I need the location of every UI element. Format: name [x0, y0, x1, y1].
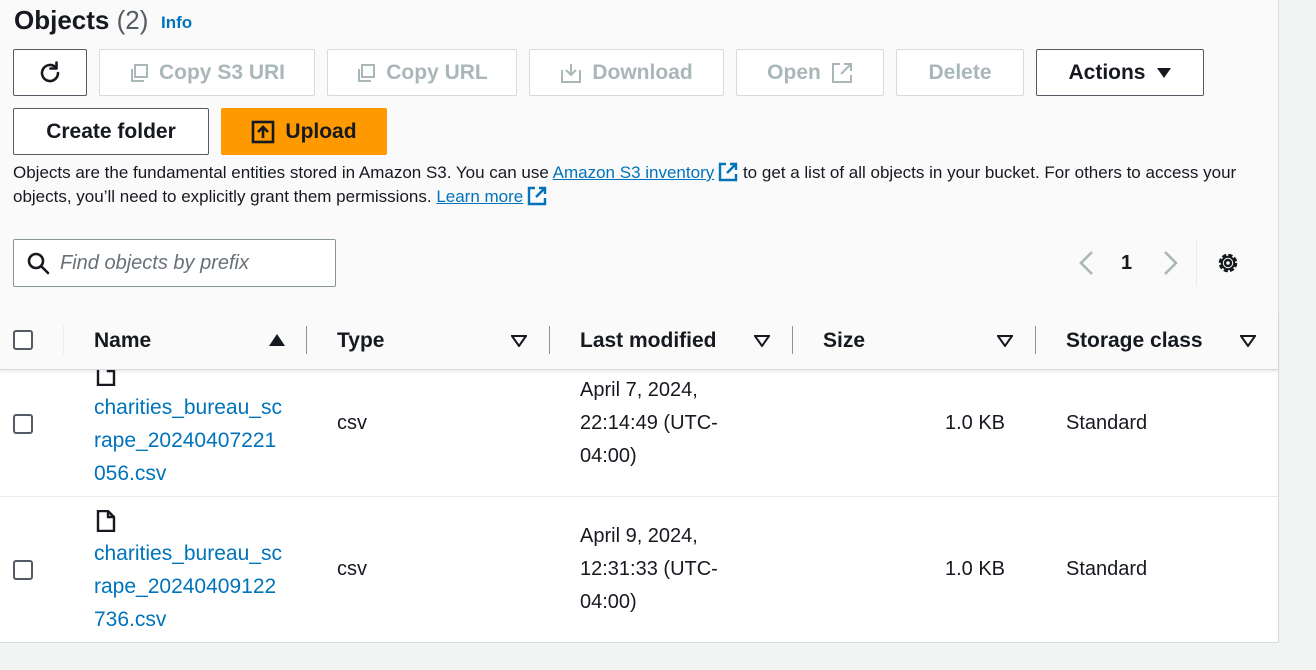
copy-icon	[130, 63, 148, 82]
object-last-modified: April 9, 2024, 12:31:33 (UTC-04:00)	[580, 525, 718, 613]
copy-s3-uri-label: Copy S3 URI	[158, 60, 286, 84]
column-divider	[306, 326, 307, 354]
row-checkbox[interactable]	[13, 414, 33, 434]
table-row: charities_bureau_scrape_20240409122736.c…	[0, 497, 1278, 642]
column-header-size[interactable]: Size	[823, 311, 865, 370]
column-divider	[549, 326, 550, 354]
file-icon	[96, 510, 116, 532]
copy-s3-uri-button[interactable]: Copy S3 URI	[99, 49, 315, 96]
s3-inventory-link[interactable]: Amazon S3 inventory	[553, 163, 715, 182]
open-label: Open	[767, 60, 821, 84]
column-header-type[interactable]: Type	[337, 311, 384, 370]
actions-dropdown[interactable]: Actions	[1036, 49, 1204, 96]
page-number[interactable]: 1	[1121, 252, 1132, 275]
refresh-icon	[40, 60, 60, 82]
external-link-icon	[831, 62, 852, 83]
sort-caret-down-icon[interactable]	[1240, 335, 1256, 347]
select-all-checkbox[interactable]	[13, 330, 33, 350]
column-divider	[1035, 326, 1036, 354]
object-count: (2)	[116, 5, 149, 35]
column-divider	[63, 326, 64, 354]
open-button[interactable]: Open	[736, 49, 884, 96]
search-input[interactable]	[60, 251, 330, 275]
description-text-1: Objects are the fundamental entities sto…	[13, 163, 553, 182]
gear-icon[interactable]	[1215, 250, 1241, 276]
page-title: Objects (2)	[14, 5, 148, 36]
row-checkbox[interactable]	[13, 560, 33, 580]
download-icon	[561, 63, 582, 83]
sort-caret-down-icon[interactable]	[997, 335, 1013, 347]
search-icon	[27, 252, 50, 275]
sort-ascending-icon[interactable]	[268, 333, 286, 347]
object-size: 1.0 KB	[944, 412, 1005, 434]
copy-url-label: Copy URL	[386, 60, 488, 84]
objects-description: Objects are the fundamental entities sto…	[13, 161, 1263, 209]
sort-caret-down-icon[interactable]	[754, 335, 770, 347]
column-header-last-modified[interactable]: Last modified	[580, 311, 717, 370]
learn-more-link[interactable]: Learn more	[436, 187, 523, 206]
delete-button[interactable]: Delete	[896, 49, 1024, 96]
object-type: csv	[337, 558, 367, 580]
refresh-button[interactable]	[13, 49, 87, 96]
search-box[interactable]	[13, 239, 336, 287]
download-label: Download	[592, 60, 693, 84]
upload-label: Upload	[285, 119, 357, 143]
download-button[interactable]: Download	[529, 49, 724, 96]
object-last-modified: April 7, 2024, 22:14:49 (UTC-04:00)	[580, 379, 718, 467]
object-name-link[interactable]: charities_bureau_scrape_20240409122736.c…	[94, 537, 284, 636]
external-link-icon	[528, 186, 547, 206]
create-folder-label: Create folder	[46, 119, 176, 143]
column-header-storage-class[interactable]: Storage class	[1066, 311, 1203, 370]
title-text: Objects	[14, 5, 110, 35]
file-icon	[96, 370, 116, 386]
table-header: Name Type Last modified Size Storage cla…	[0, 311, 1278, 370]
upload-icon	[252, 120, 275, 143]
previous-page-icon[interactable]	[1075, 249, 1099, 277]
column-header-name[interactable]: Name	[94, 311, 151, 370]
object-name-link[interactable]: charities_bureau_scrape_20240407221056.c…	[94, 391, 284, 490]
upload-button[interactable]: Upload	[221, 108, 387, 155]
create-folder-button[interactable]: Create folder	[13, 108, 209, 155]
next-page-icon[interactable]	[1158, 249, 1182, 277]
caret-down-icon	[1156, 67, 1171, 78]
table-row: charities_bureau_scrape_20240407221056.c…	[0, 370, 1278, 496]
column-divider	[792, 326, 793, 354]
object-type: csv	[337, 412, 367, 434]
object-size: 1.0 KB	[944, 558, 1005, 580]
objects-panel: Objects (2) Info Copy S3 URI Copy URL Do…	[0, 0, 1279, 643]
copy-icon	[358, 63, 376, 82]
external-link-icon	[719, 162, 738, 182]
object-storage-class: Standard	[1066, 412, 1148, 434]
copy-url-button[interactable]: Copy URL	[327, 49, 517, 96]
info-link[interactable]: Info	[161, 13, 192, 33]
sort-caret-down-icon[interactable]	[511, 335, 527, 347]
object-storage-class: Standard	[1066, 558, 1148, 580]
delete-label: Delete	[928, 60, 992, 84]
toolbar-divider	[1196, 240, 1197, 286]
actions-label: Actions	[1068, 60, 1146, 84]
